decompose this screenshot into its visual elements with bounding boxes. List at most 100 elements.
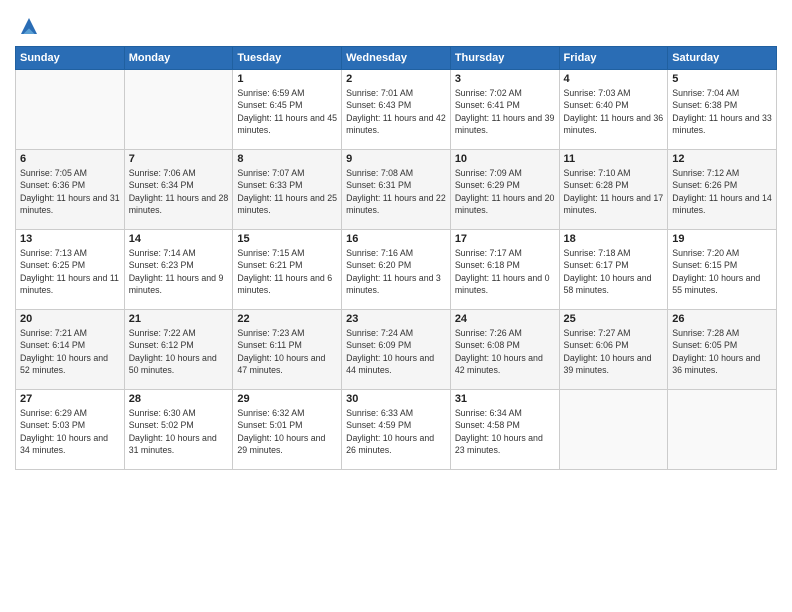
calendar-cell: 16 Sunrise: 7:16 AM Sunset: 6:20 PM Dayli…: [342, 230, 451, 310]
calendar-cell: 4Sunrise: 7:03 AM Sunset: 6:40 PM Daylig…: [559, 70, 668, 150]
day-number: 8: [237, 153, 337, 165]
calendar-week-row: 27 Sunrise: 6:29 AM Sunset: 5:03 PM Dayli…: [16, 390, 777, 470]
calendar-cell: 21 Sunrise: 7:22 AM Sunset: 6:12 PM Dayli…: [124, 310, 233, 390]
calendar-cell: 3 Sunrise: 7:02 AM Sunset: 6:41 PM Daylig…: [450, 70, 559, 150]
day-number: 12: [672, 153, 772, 165]
day-info: Sunrise: 7:28 AM Sunset: 6:05 PM Dayligh…: [672, 327, 772, 376]
day-info: Sunrise: 7:14 AM Sunset: 6:23 PM Dayligh…: [129, 247, 229, 296]
calendar-cell: 14 Sunrise: 7:14 AM Sunset: 6:23 PM Dayli…: [124, 230, 233, 310]
calendar-cell: 31Sunrise: 6:34 AM Sunset: 4:58 PM Dayli…: [450, 390, 559, 470]
day-number: 21: [129, 313, 229, 325]
calendar-cell: 29 Sunrise: 6:32 AM Sunset: 5:01 PM Dayli…: [233, 390, 342, 470]
day-info: Sunrise: 6:32 AM Sunset: 5:01 PM Dayligh…: [237, 407, 337, 456]
calendar-cell: 24 Sunrise: 7:26 AM Sunset: 6:08 PM Dayli…: [450, 310, 559, 390]
day-of-week-header: Sunday: [16, 47, 125, 70]
day-info: Sunrise: 7:12 AM Sunset: 6:26 PM Dayligh…: [672, 167, 772, 216]
header: [15, 10, 777, 38]
day-info: Sunrise: 7:06 AM Sunset: 6:34 PM Dayligh…: [129, 167, 229, 216]
days-of-week-row: SundayMondayTuesdayWednesdayThursdayFrid…: [16, 47, 777, 70]
calendar-cell: 6 Sunrise: 7:05 AM Sunset: 6:36 PM Daylig…: [16, 150, 125, 230]
calendar-cell: 7 Sunrise: 7:06 AM Sunset: 6:34 PM Daylig…: [124, 150, 233, 230]
calendar-cell: 1 Sunrise: 6:59 AM Sunset: 6:45 PM Daylig…: [233, 70, 342, 150]
day-number: 4: [564, 73, 664, 85]
day-info: Sunrise: 7:26 AM Sunset: 6:08 PM Dayligh…: [455, 327, 555, 376]
day-info: Sunrise: 7:24 AM Sunset: 6:09 PM Dayligh…: [346, 327, 446, 376]
day-info: Sunrise: 7:05 AM Sunset: 6:36 PM Dayligh…: [20, 167, 120, 216]
calendar-cell: 13Sunrise: 7:13 AM Sunset: 6:25 PM Dayli…: [16, 230, 125, 310]
calendar-cell: 2 Sunrise: 7:01 AM Sunset: 6:43 PM Daylig…: [342, 70, 451, 150]
day-info: Sunrise: 7:04 AM Sunset: 6:38 PM Dayligh…: [672, 87, 772, 136]
calendar-week-row: 6 Sunrise: 7:05 AM Sunset: 6:36 PM Daylig…: [16, 150, 777, 230]
day-of-week-header: Friday: [559, 47, 668, 70]
day-number: 26: [672, 313, 772, 325]
day-number: 24: [455, 313, 555, 325]
calendar-cell: 8 Sunrise: 7:07 AM Sunset: 6:33 PM Daylig…: [233, 150, 342, 230]
day-number: 19: [672, 233, 772, 245]
calendar-cell: 5 Sunrise: 7:04 AM Sunset: 6:38 PM Daylig…: [668, 70, 777, 150]
day-info: Sunrise: 7:27 AM Sunset: 6:06 PM Dayligh…: [564, 327, 664, 376]
calendar-cell: 17Sunrise: 7:17 AM Sunset: 6:18 PM Dayli…: [450, 230, 559, 310]
day-number: 29: [237, 393, 337, 405]
calendar-cell: 15 Sunrise: 7:15 AM Sunset: 6:21 PM Dayli…: [233, 230, 342, 310]
day-info: Sunrise: 7:07 AM Sunset: 6:33 PM Dayligh…: [237, 167, 337, 216]
calendar-cell: [668, 390, 777, 470]
day-info: Sunrise: 7:09 AM Sunset: 6:29 PM Dayligh…: [455, 167, 555, 216]
day-info: Sunrise: 6:34 AM Sunset: 4:58 PM Dayligh…: [455, 407, 555, 456]
day-info: Sunrise: 7:02 AM Sunset: 6:41 PM Dayligh…: [455, 87, 555, 136]
day-number: 27: [20, 393, 120, 405]
day-number: 13: [20, 233, 120, 245]
day-number: 11: [564, 153, 664, 165]
day-number: 14: [129, 233, 229, 245]
day-number: 30: [346, 393, 446, 405]
day-number: 23: [346, 313, 446, 325]
day-info: Sunrise: 7:18 AM Sunset: 6:17 PM Dayligh…: [564, 247, 664, 296]
calendar-cell: [124, 70, 233, 150]
day-of-week-header: Saturday: [668, 47, 777, 70]
day-number: 7: [129, 153, 229, 165]
calendar-cell: 10 Sunrise: 7:09 AM Sunset: 6:29 PM Dayli…: [450, 150, 559, 230]
day-info: Sunrise: 7:10 AM Sunset: 6:28 PM Dayligh…: [564, 167, 664, 216]
day-number: 6: [20, 153, 120, 165]
calendar-cell: [559, 390, 668, 470]
day-of-week-header: Thursday: [450, 47, 559, 70]
day-info: Sunrise: 7:08 AM Sunset: 6:31 PM Dayligh…: [346, 167, 446, 216]
logo-icon: [17, 14, 41, 38]
day-number: 16: [346, 233, 446, 245]
calendar-cell: [16, 70, 125, 150]
day-number: 10: [455, 153, 555, 165]
day-number: 28: [129, 393, 229, 405]
day-number: 3: [455, 73, 555, 85]
day-info: Sunrise: 7:23 AM Sunset: 6:11 PM Dayligh…: [237, 327, 337, 376]
day-number: 1: [237, 73, 337, 85]
day-of-week-header: Wednesday: [342, 47, 451, 70]
day-info: Sunrise: 7:01 AM Sunset: 6:43 PM Dayligh…: [346, 87, 446, 136]
day-info: Sunrise: 6:59 AM Sunset: 6:45 PM Dayligh…: [237, 87, 337, 136]
day-number: 15: [237, 233, 337, 245]
calendar-cell: 27 Sunrise: 6:29 AM Sunset: 5:03 PM Dayli…: [16, 390, 125, 470]
calendar-cell: 9Sunrise: 7:08 AM Sunset: 6:31 PM Daylig…: [342, 150, 451, 230]
day-info: Sunrise: 7:22 AM Sunset: 6:12 PM Dayligh…: [129, 327, 229, 376]
day-number: 20: [20, 313, 120, 325]
calendar-cell: 23 Sunrise: 7:24 AM Sunset: 6:09 PM Dayli…: [342, 310, 451, 390]
calendar-cell: 11 Sunrise: 7:10 AM Sunset: 6:28 PM Dayli…: [559, 150, 668, 230]
calendar-cell: 22 Sunrise: 7:23 AM Sunset: 6:11 PM Dayli…: [233, 310, 342, 390]
day-info: Sunrise: 7:16 AM Sunset: 6:20 PM Dayligh…: [346, 247, 446, 296]
day-info: Sunrise: 6:33 AM Sunset: 4:59 PM Dayligh…: [346, 407, 446, 456]
calendar-cell: 18 Sunrise: 7:18 AM Sunset: 6:17 PM Dayli…: [559, 230, 668, 310]
calendar-cell: 26 Sunrise: 7:28 AM Sunset: 6:05 PM Dayli…: [668, 310, 777, 390]
day-number: 2: [346, 73, 446, 85]
day-number: 18: [564, 233, 664, 245]
calendar-cell: 28Sunrise: 6:30 AM Sunset: 5:02 PM Dayli…: [124, 390, 233, 470]
calendar-cell: 19 Sunrise: 7:20 AM Sunset: 6:15 PM Dayli…: [668, 230, 777, 310]
day-of-week-header: Monday: [124, 47, 233, 70]
calendar-week-row: 13Sunrise: 7:13 AM Sunset: 6:25 PM Dayli…: [16, 230, 777, 310]
calendar-table: SundayMondayTuesdayWednesdayThursdayFrid…: [15, 46, 777, 470]
day-number: 25: [564, 313, 664, 325]
calendar-cell: 25 Sunrise: 7:27 AM Sunset: 6:06 PM Dayli…: [559, 310, 668, 390]
day-number: 22: [237, 313, 337, 325]
day-info: Sunrise: 6:29 AM Sunset: 5:03 PM Dayligh…: [20, 407, 120, 456]
day-info: Sunrise: 7:15 AM Sunset: 6:21 PM Dayligh…: [237, 247, 337, 296]
day-number: 5: [672, 73, 772, 85]
day-info: Sunrise: 7:21 AM Sunset: 6:14 PM Dayligh…: [20, 327, 120, 376]
day-info: Sunrise: 7:20 AM Sunset: 6:15 PM Dayligh…: [672, 247, 772, 296]
